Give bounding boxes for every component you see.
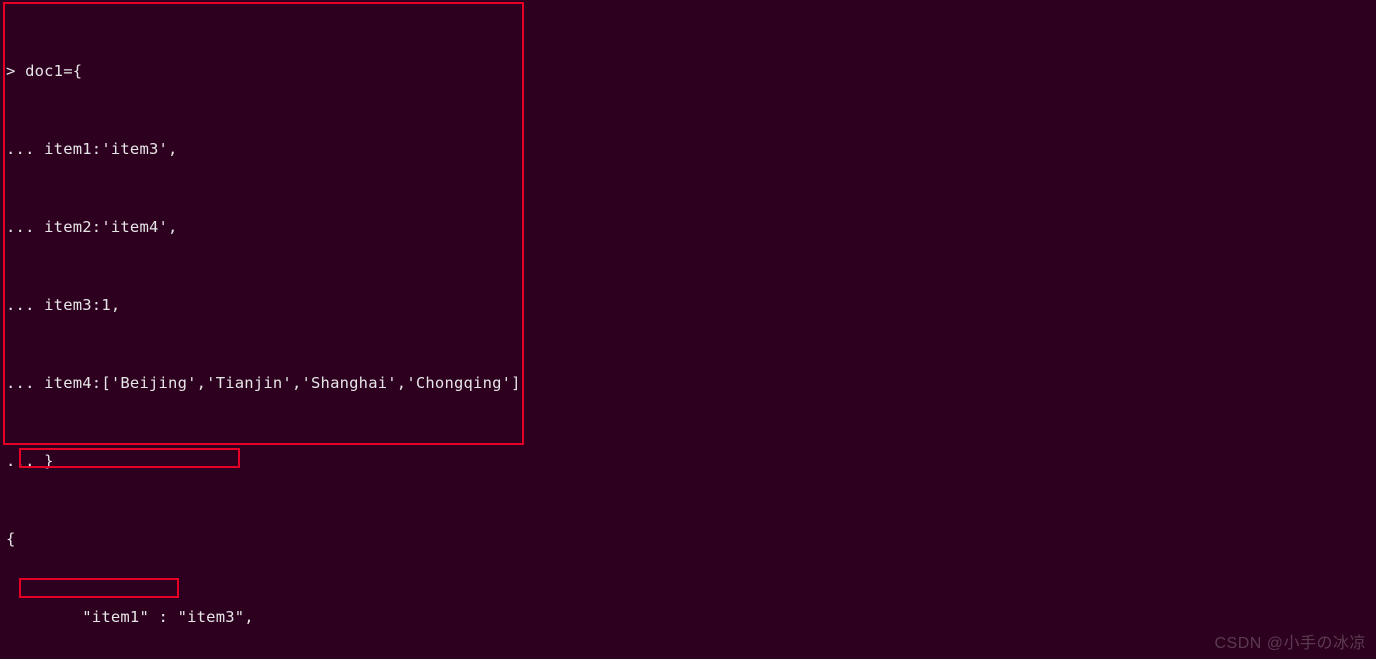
terminal-line: > doc1={ [6, 58, 1370, 84]
terminal-line: ... item3:1, [6, 292, 1370, 318]
terminal-line: ... item4:['Beijing','Tianjin','Shanghai… [6, 370, 1370, 396]
terminal-line: ... } [6, 448, 1370, 474]
terminal-line: { [6, 526, 1370, 552]
watermark-text: CSDN @小手の冰凉 [1214, 629, 1366, 653]
terminal-line: ... item1:'item3', [6, 136, 1370, 162]
terminal-output[interactable]: > doc1={ ... item1:'item3', ... item2:'i… [0, 0, 1376, 659]
terminal-line: "item1" : "item3", [6, 604, 1370, 630]
terminal-line: ... item2:'item4', [6, 214, 1370, 240]
